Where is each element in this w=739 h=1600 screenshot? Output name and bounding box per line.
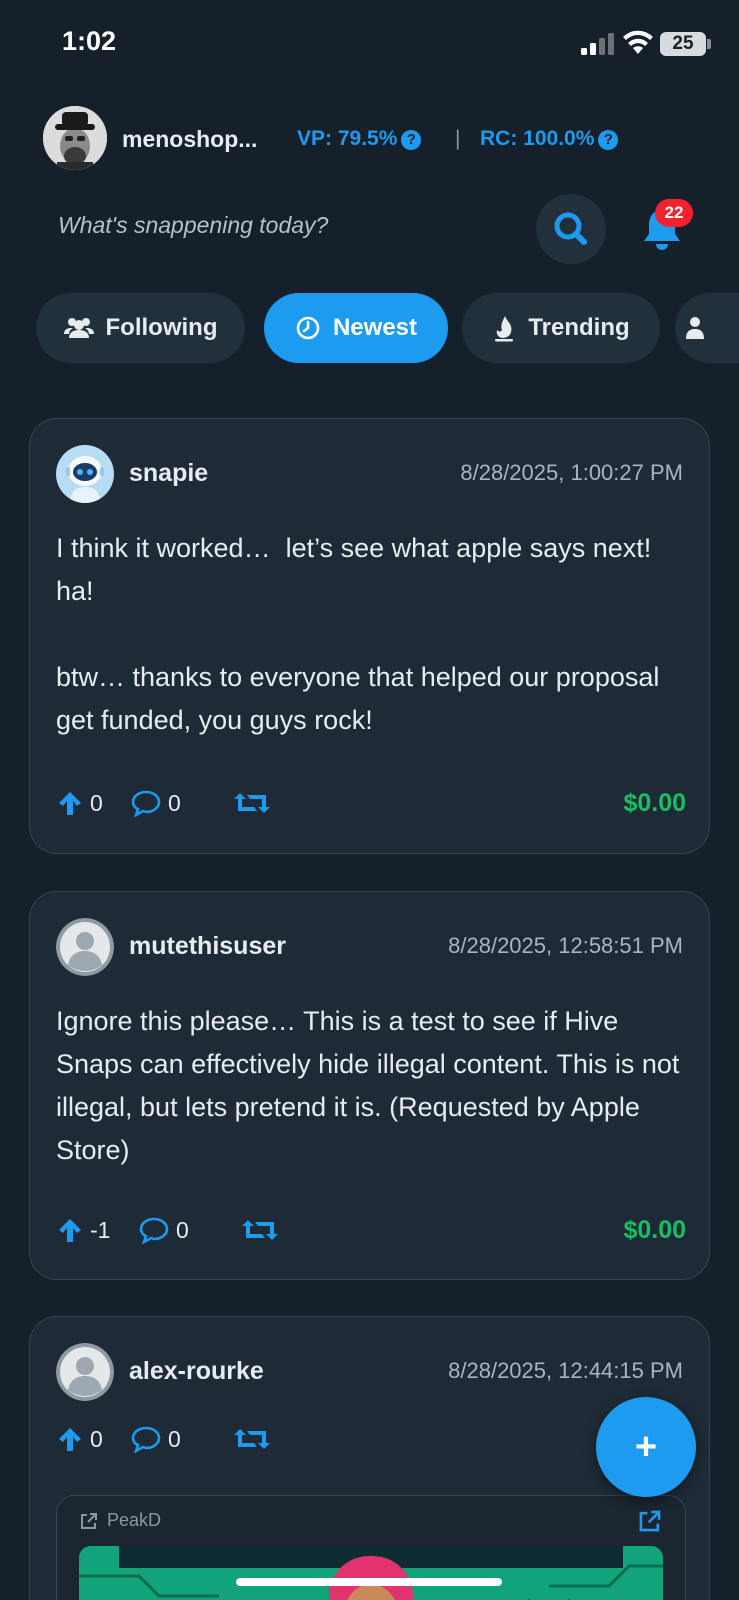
post-body: Ignore this please… This is a test to se… [56, 1006, 687, 1165]
rc-info-icon[interactable]: ? [598, 130, 619, 150]
comment-icon [131, 790, 161, 817]
filter-trending[interactable]: Trending [462, 293, 660, 363]
comment-count: 0 [168, 1425, 181, 1452]
filter-label: Following [105, 314, 218, 341]
vp-info-icon[interactable]: ? [401, 130, 422, 150]
upvote-button[interactable]: 0 [56, 1425, 103, 1453]
reblog-button[interactable] [242, 1216, 278, 1244]
separator: | [455, 127, 461, 150]
notification-badge: 22 [655, 199, 693, 227]
vp-label: VP: 79.5% [297, 127, 398, 150]
user-photo-icon [43, 106, 107, 170]
rc-label: RC: 100.0% [480, 127, 595, 150]
username[interactable]: menoshop... [122, 126, 257, 153]
embed-image [79, 1546, 663, 1600]
fire-icon [495, 316, 514, 342]
retweet-icon [242, 1220, 278, 1240]
feed-filter-bar: Following Newest Trending [0, 293, 739, 365]
default-avatar-icon [56, 1343, 114, 1401]
comment-button[interactable]: 0 [138, 1216, 189, 1244]
post-card[interactable]: snapie 8/28/2025, 1:00:27 PM I think it … [29, 418, 710, 854]
embed-source-label: PeakD [107, 1510, 162, 1530]
external-link-icon[interactable] [637, 1508, 663, 1534]
post-timestamp: 8/28/2025, 1:00:27 PM [460, 460, 683, 485]
comment-icon [131, 1426, 161, 1453]
post-body: I think it worked… let’s see what apple … [56, 533, 660, 735]
compose-fab-button[interactable]: + [596, 1397, 696, 1497]
compose-prompt[interactable]: What's snappening today? [58, 212, 328, 239]
account-header: menoshop... VP: 79.5%? | RC: 100.0%? [43, 106, 703, 170]
avatar[interactable] [56, 918, 114, 976]
upvote-button[interactable]: -1 [56, 1216, 110, 1244]
search-icon [554, 212, 587, 245]
avatar[interactable] [56, 445, 114, 503]
post-card[interactable]: mutethisuser 8/28/2025, 12:58:51 PM Igno… [29, 891, 710, 1280]
user-icon [686, 317, 704, 339]
default-avatar-icon [56, 918, 114, 976]
filter-more[interactable] [675, 293, 739, 363]
search-button[interactable] [536, 194, 606, 264]
post-payout: $0.00 [623, 1216, 686, 1244]
post-author[interactable]: mutethisuser [129, 932, 286, 961]
vote-count: -1 [90, 1216, 111, 1243]
post-timestamp: 8/28/2025, 12:58:51 PM [448, 933, 683, 958]
vote-count: 0 [90, 1425, 103, 1452]
status-time: 1:02 [62, 26, 117, 56]
robot-avatar-icon [56, 445, 114, 503]
vote-count: 0 [90, 789, 103, 816]
post-actions: 0 0 [56, 1425, 686, 1457]
avatar[interactable] [43, 106, 107, 170]
signal-icon [581, 33, 614, 55]
resource-credits: RC: 100.0%? [480, 127, 619, 151]
embed-source: PeakD [79, 1510, 161, 1531]
voting-power: VP: 79.5%? [297, 127, 422, 151]
post-actions: -1 0 $0.00 [56, 1216, 686, 1248]
users-icon [63, 318, 94, 338]
filter-label: Trending [528, 314, 630, 341]
filter-newest[interactable]: Newest [264, 293, 448, 363]
home-indicator [236, 1578, 502, 1586]
retweet-icon [234, 793, 270, 813]
post-timestamp: 8/28/2025, 12:44:15 PM [448, 1358, 683, 1383]
external-link-icon [81, 1512, 97, 1529]
post-actions: 0 0 $0.00 [56, 789, 686, 821]
comment-icon [139, 1217, 169, 1244]
clock-icon [296, 316, 320, 340]
battery-indicator: 25 [660, 32, 706, 56]
filter-label: Newest [332, 314, 418, 341]
status-bar: 1:02 25 [0, 0, 739, 90]
post-author[interactable]: snapie [129, 459, 208, 488]
comment-count: 0 [176, 1216, 189, 1243]
arrow-up-icon [59, 792, 81, 815]
comment-count: 0 [168, 789, 181, 816]
post-author[interactable]: alex-rourke [129, 1357, 264, 1386]
filter-following[interactable]: Following [36, 293, 245, 363]
avatar[interactable] [56, 1343, 114, 1401]
reblog-button[interactable] [234, 789, 270, 817]
comment-button[interactable]: 0 [130, 789, 181, 817]
post-payout: $0.00 [623, 789, 686, 817]
arrow-up-icon [59, 1428, 81, 1451]
upvote-button[interactable]: 0 [56, 789, 103, 817]
embed-thumbnail [79, 1546, 663, 1600]
retweet-icon [234, 1429, 270, 1449]
comment-button[interactable]: 0 [130, 1425, 181, 1453]
wifi-icon [623, 30, 653, 54]
reblog-button[interactable] [234, 1425, 270, 1453]
arrow-up-icon [59, 1219, 81, 1242]
battery-tip [707, 39, 711, 49]
